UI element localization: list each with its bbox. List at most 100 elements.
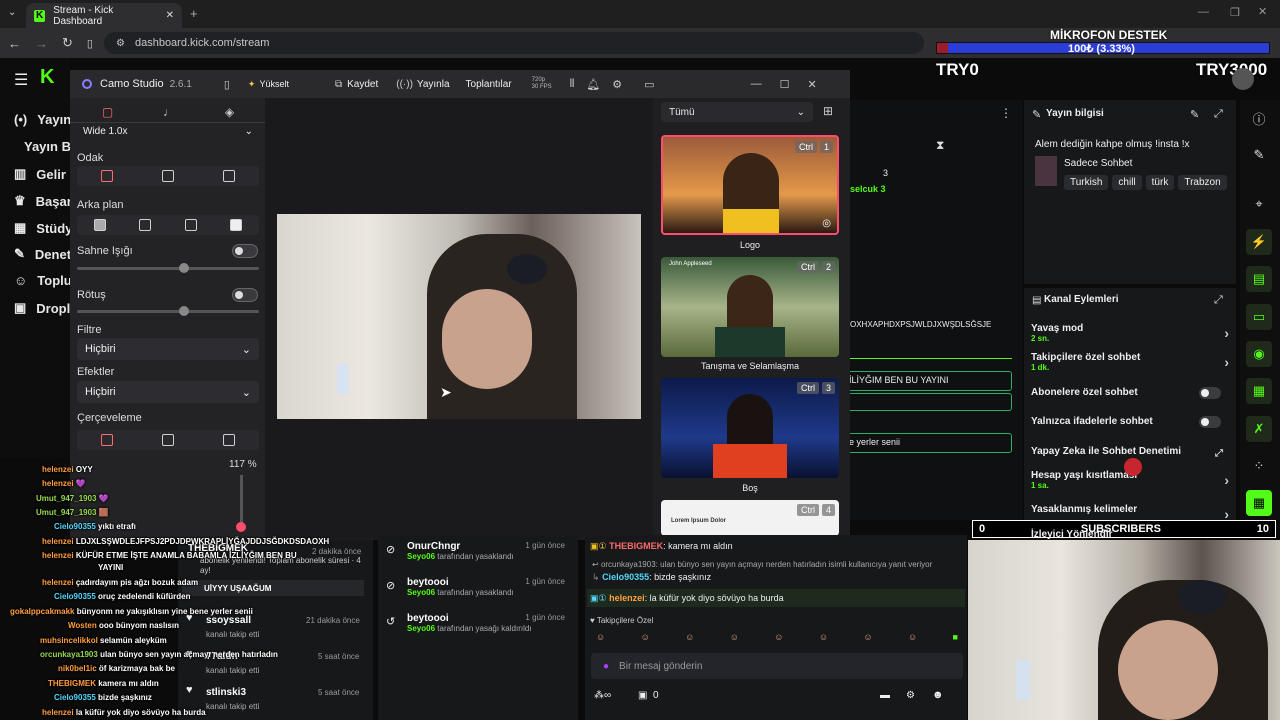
gift-icon[interactable]: ▣ (638, 690, 647, 701)
browser-tab[interactable]: K Stream - Kick Dashboard ✕ (26, 3, 182, 28)
bg-none-icon[interactable] (93, 219, 106, 231)
popout-icon[interactable]: ⤢ (1214, 108, 1223, 121)
subscribers-only-toggle[interactable] (1199, 387, 1221, 399)
bg-remove-icon[interactable] (184, 219, 197, 231)
microphone-tab-icon[interactable]: ♩ (163, 105, 175, 119)
emote-picker-icon[interactable]: ☻ (932, 689, 944, 701)
tab-list-icon[interactable]: ⌄ (8, 7, 16, 18)
record-button[interactable]: Kaydet (347, 79, 378, 90)
face-focus-icon[interactable] (161, 170, 174, 182)
chat-input[interactable]: ● Bir mesaj gönderin (591, 653, 963, 679)
scene-card[interactable]: Ctrl 1 ◎ (661, 135, 839, 235)
maximize-icon[interactable]: ❐ (1230, 6, 1240, 19)
banned-words-setting[interactable]: Yasaklanmış kelimeler › (1031, 504, 1229, 522)
sidebar-item-moderation[interactable]: ✎ Denetl (14, 246, 75, 262)
retouch-toggle[interactable] (232, 288, 258, 302)
manual-focus-icon[interactable] (222, 170, 235, 182)
gear-icon[interactable]: ⚙ (906, 690, 915, 701)
lens-select[interactable]: Wide 1.0x ⌄ (83, 126, 253, 137)
minimize-icon[interactable]: — (1198, 6, 1209, 18)
info-icon[interactable]: ⓘ (1246, 105, 1272, 131)
sidebar-toggle-icon[interactable]: ▯ (87, 37, 93, 50)
sidebar-item-revenue[interactable]: ▥ Gelir (14, 166, 66, 182)
columns-icon[interactable]: ⫴ (570, 78, 575, 91)
camera-tab-icon[interactable]: ▢ (102, 105, 113, 119)
emote-icon[interactable]: ☺ (685, 632, 694, 642)
chat-icon[interactable]: ▭ (1246, 304, 1272, 330)
emote-bar[interactable]: ☺ ☺ ☺ ☺ ☺ ☺ ☺ ☺ ■ (596, 632, 958, 642)
framing-track-icon[interactable] (161, 434, 174, 446)
grid-view-icon[interactable]: ⊞ (823, 104, 833, 118)
studio-light-slider[interactable] (77, 267, 259, 270)
scene-card[interactable]: Lorem Ipsum Dolor Ctrl 4 (661, 500, 839, 536)
settings-icon[interactable]: ◎ (822, 218, 831, 229)
chat-bubble-icon[interactable]: ▬ (880, 690, 890, 701)
upgrade-button[interactable]: Yükselt (259, 79, 289, 89)
slider-handle[interactable] (179, 263, 189, 273)
bell-icon[interactable]: 🔔︎ (586, 78, 600, 91)
more-icon[interactable]: ⋮ (1000, 106, 1012, 120)
sidebar-item-community[interactable]: ☺ Toplul (14, 273, 75, 288)
emote-icon[interactable]: ■ (953, 632, 958, 642)
framing-center-icon[interactable] (101, 434, 114, 446)
close-window-icon[interactable]: ✕ (1258, 5, 1267, 18)
slider-handle[interactable] (179, 306, 189, 316)
wrench-icon[interactable]: ✗ (1246, 416, 1272, 442)
emotes-only-toggle[interactable] (1199, 416, 1221, 428)
sidebar-item-drops[interactable]: ▣ Dropla (14, 300, 77, 316)
emote-icon[interactable]: ☺ (863, 632, 872, 642)
bg-blur-icon[interactable] (139, 219, 152, 231)
avatar[interactable] (1232, 68, 1254, 90)
emote-icon[interactable]: ☺ (641, 632, 650, 642)
address-bar[interactable]: ⚙ dashboard.kick.com/stream (104, 32, 924, 54)
right-panel-icon[interactable]: ▭ (644, 78, 654, 91)
emote-icon[interactable]: ☺ (730, 632, 739, 642)
minimize-icon[interactable]: — (751, 78, 762, 90)
scene-card[interactable]: John Appleseed Ctrl 2 (661, 257, 839, 357)
layers-tab-icon[interactable]: ◈ (225, 105, 234, 119)
close-icon[interactable]: ✕ (807, 78, 816, 91)
followers-only-setting[interactable]: Takipçilere özel sohbet 1 dk. › (1031, 352, 1229, 372)
clapper-icon[interactable]: ▦ (1246, 490, 1272, 516)
scene-filter-select[interactable]: Tümü ⌄ (661, 102, 813, 122)
kick-logo[interactable]: K (40, 66, 54, 89)
points-icon[interactable]: ⁂∞ (594, 690, 611, 701)
forward-icon[interactable]: → (35, 36, 48, 51)
meetings-button[interactable]: Toplantılar (466, 79, 512, 90)
close-tab-icon[interactable]: ✕ (166, 10, 174, 21)
site-info-icon[interactable]: ⚙ (116, 38, 125, 49)
layout-icon[interactable]: ▦ (1246, 378, 1272, 404)
emote-icon[interactable]: ☺ (819, 632, 828, 642)
bg-replace-icon[interactable] (230, 219, 243, 231)
pen-icon[interactable]: ✎ (1246, 142, 1272, 168)
back-icon[interactable]: ← (8, 36, 21, 51)
gear-icon[interactable]: ⚙ (612, 78, 622, 91)
retouch-slider[interactable] (77, 310, 259, 313)
popout-icon[interactable]: ⤢ (1214, 294, 1223, 307)
menu-icon[interactable]: ☰ (14, 70, 28, 90)
slow-mode-setting[interactable]: Yavaş mod 2 sn. › (1031, 323, 1229, 343)
new-tab-button[interactable]: + (190, 6, 198, 21)
resolution-badge[interactable]: 720p 30 FPS (532, 77, 552, 91)
framing-wide-icon[interactable] (222, 434, 235, 446)
scene-card[interactable]: Ctrl 3 (661, 378, 839, 478)
emote-icon[interactable]: ☺ (596, 632, 605, 642)
document-icon[interactable]: ▤ (1246, 266, 1272, 292)
sidebar-panel-icon[interactable]: ▯ (224, 78, 230, 91)
ai-moderation-setting[interactable]: Yapay Zeka ile Sohbet Denetimi ⤢ (1031, 446, 1229, 459)
broadcast-icon[interactable]: ◉ (1246, 341, 1272, 367)
microphone-icon[interactable]: ● (603, 661, 609, 672)
reload-icon[interactable]: ↻ (62, 35, 73, 51)
edit-icon[interactable]: ✎ (1190, 108, 1199, 121)
dots-icon[interactable]: ⁘ (1246, 453, 1272, 479)
emote-icon[interactable]: ☺ (774, 632, 783, 642)
bolt-icon[interactable]: ⚡ (1246, 229, 1272, 255)
emote-icon[interactable]: ☺ (908, 632, 917, 642)
effects-select[interactable]: Hiçbiri ⌄ (77, 381, 259, 403)
sidebar-item-stream[interactable]: (•) Yayın (14, 112, 71, 127)
target-icon[interactable]: ⌖ (1246, 191, 1272, 217)
filter-select[interactable]: Hiçbiri ⌄ (77, 338, 259, 360)
studio-light-toggle[interactable] (232, 244, 258, 258)
auto-focus-icon[interactable] (101, 170, 114, 182)
maximize-icon[interactable]: ☐ (780, 78, 790, 91)
